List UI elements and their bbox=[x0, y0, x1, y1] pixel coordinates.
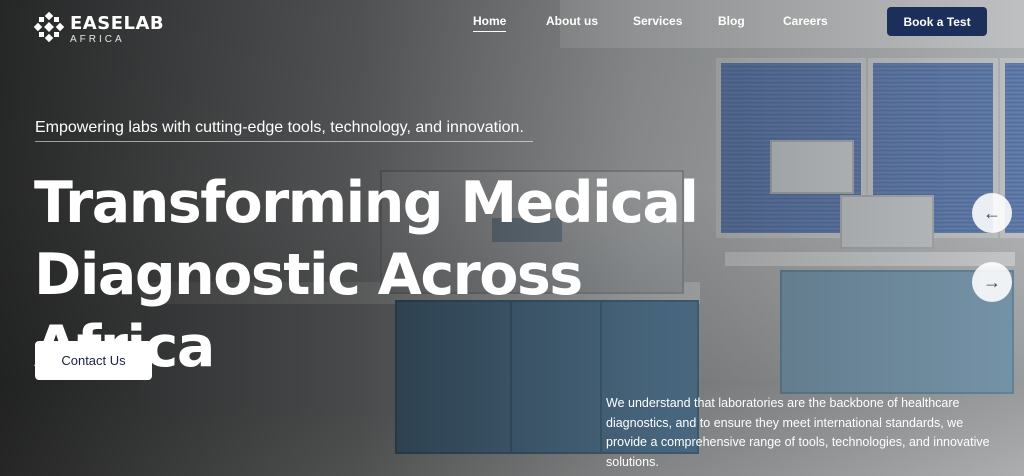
book-a-test-button[interactable]: Book a Test bbox=[887, 7, 987, 36]
hero-tagline: Empowering labs with cutting-edge tools,… bbox=[35, 119, 524, 136]
arrow-right-icon: → bbox=[983, 271, 1001, 292]
carousel-next-button[interactable]: → bbox=[972, 262, 1012, 302]
headline-line-1: Transforming Medical bbox=[34, 170, 699, 236]
main-nav: Home About us Services Blog Careers bbox=[0, 14, 1024, 32]
nav-link-home[interactable]: Home bbox=[473, 14, 507, 32]
brand-subtitle: AFRICA bbox=[70, 33, 125, 45]
tagline-divider bbox=[35, 141, 533, 142]
arrow-left-icon: ← bbox=[983, 202, 1001, 223]
carousel-prev-button[interactable]: ← bbox=[972, 193, 1012, 233]
nav-link-careers[interactable]: Careers bbox=[783, 14, 828, 28]
nav-link-services[interactable]: Services bbox=[633, 14, 682, 28]
nav-link-blog[interactable]: Blog bbox=[718, 14, 745, 28]
contact-us-button[interactable]: Contact Us bbox=[35, 341, 152, 380]
hero-description: We understand that laboratories are the … bbox=[606, 396, 990, 469]
nav-link-about-us[interactable]: About us bbox=[546, 14, 598, 28]
hero-section: EASELAB AFRICA Home About us Services Bl… bbox=[0, 0, 1024, 476]
